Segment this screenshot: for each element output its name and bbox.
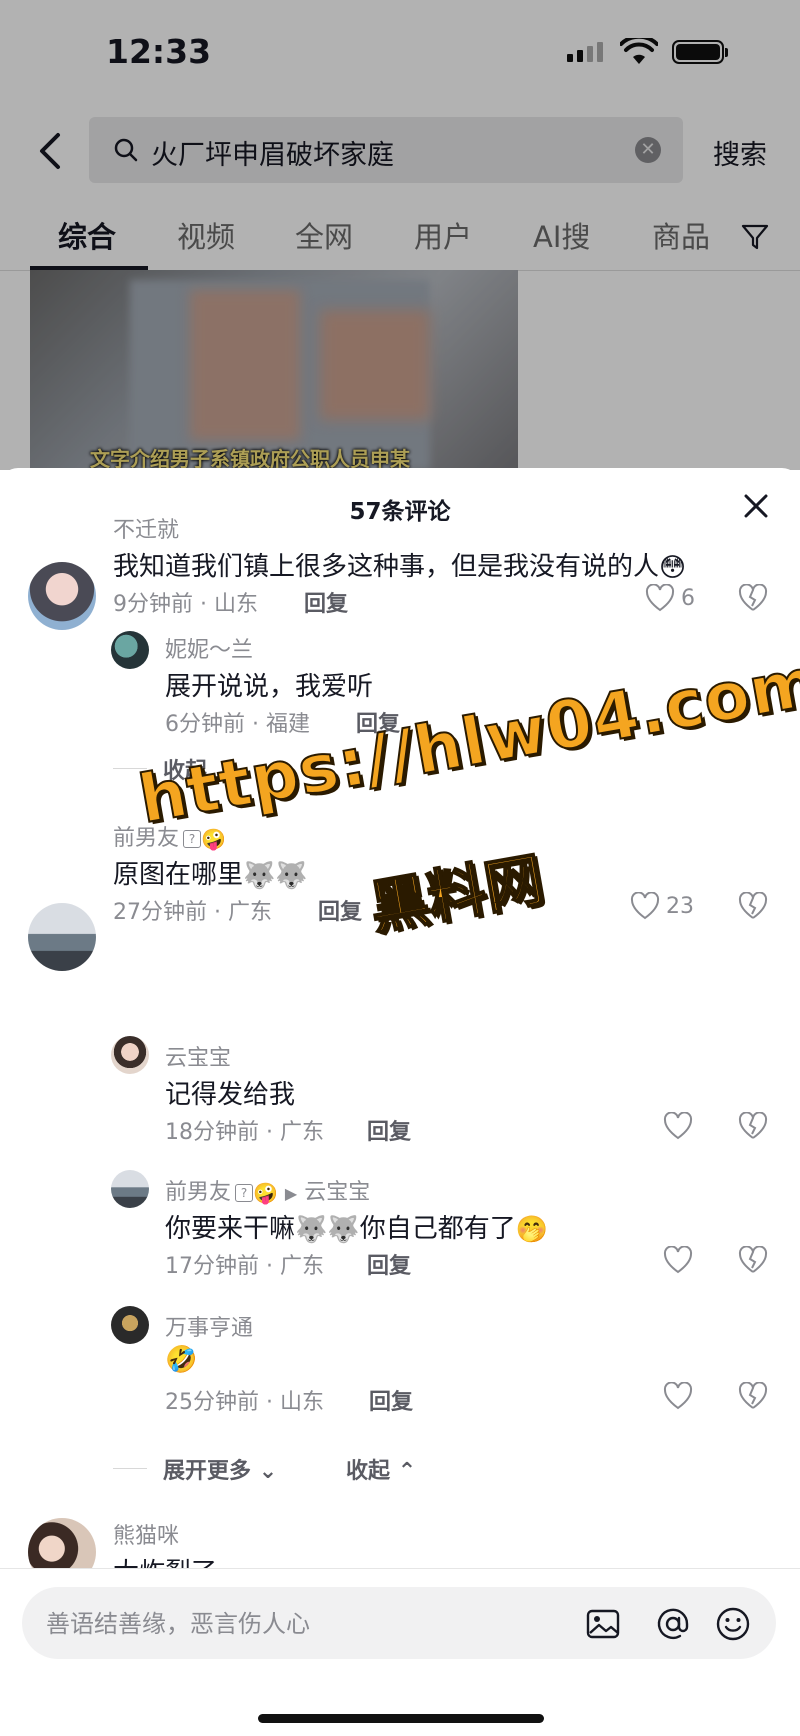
avatar[interactable] (111, 631, 149, 669)
comment-username[interactable]: 熊猫咪 (113, 1518, 179, 1550)
heart-icon (630, 892, 660, 920)
heart-icon[interactable] (663, 1246, 693, 1274)
reply-button[interactable]: 回复 (318, 894, 362, 926)
comment-time-location: 27分钟前 · 广东 (113, 900, 272, 925)
sly-face-icon: 🤭 (515, 1214, 549, 1245)
avatar[interactable] (28, 903, 96, 971)
like-count: 23 (666, 893, 694, 919)
image-icon[interactable] (584, 1605, 622, 1643)
avatar[interactable] (111, 1170, 149, 1208)
reply-button[interactable]: 回复 (367, 1114, 411, 1146)
like-count: 6 (681, 585, 695, 611)
expand-more-replies-button[interactable]: 展开更多 ⌄ (163, 1453, 277, 1485)
comment-text: 你要来干嘛🐺🐺你自己都有了🤭 (165, 1214, 549, 1245)
close-icon[interactable] (740, 490, 772, 522)
comment-input[interactable] (44, 1605, 548, 1643)
emoji-smile-icon[interactable] (714, 1605, 752, 1643)
zany-face-icon: 🤪 (253, 1181, 278, 1205)
comment-time-location: 6分钟前 · 福建 (165, 712, 310, 737)
husky-dog-icon: 🐺🐺 (243, 860, 308, 891)
mention-icon[interactable] (654, 1605, 692, 1643)
avatar[interactable] (111, 1036, 149, 1074)
comment-time-location: 25分钟前 · 山东 (165, 1390, 324, 1415)
reply-button[interactable]: 回复 (304, 586, 348, 618)
broken-heart-icon[interactable] (738, 1382, 768, 1410)
home-indicator (258, 1714, 544, 1723)
comment-time-location: 18分钟前 · 广东 (165, 1120, 324, 1145)
comment-sheet: 57条评论 不迁就 我知道我们镇上很多这种事，但是我没有说的人😳 9分钟前 · … (0, 468, 800, 1735)
reply-to-username[interactable]: 云宝宝 (304, 1180, 370, 1205)
comment-username[interactable]: 云宝宝 (165, 1040, 231, 1072)
comment-username[interactable]: 妮妮～兰 (165, 632, 253, 664)
modal-backdrop[interactable] (0, 0, 800, 470)
flushed-emoji-icon: 😳 (659, 552, 687, 583)
comment-input-container (22, 1587, 776, 1659)
chevron-up-icon: ⌃ (397, 1459, 417, 1484)
comment-username[interactable]: 万事亨通 (165, 1310, 253, 1342)
rolling-laugh-emoji-icon: 🤣 (165, 1344, 198, 1375)
broken-heart-icon[interactable] (738, 1246, 768, 1274)
heart-icon[interactable] (663, 1112, 693, 1140)
like-button[interactable]: 6 (645, 584, 695, 612)
comment-text: 记得发给我 (165, 1080, 296, 1110)
like-button[interactable]: 23 (630, 892, 694, 920)
comment-text: 原图在哪里🐺🐺 (113, 860, 308, 891)
broken-heart-icon[interactable] (738, 892, 768, 920)
broken-heart-icon[interactable] (738, 584, 768, 612)
comment-username[interactable]: 不迁就 (113, 512, 179, 544)
comment-time-location: 17分钟前 · 广东 (165, 1254, 324, 1279)
comment-input-bar (0, 1568, 800, 1736)
comment-time-location: 9分钟前 · 山东 (113, 592, 258, 617)
husky-dog-icon: 🐺🐺 (295, 1214, 360, 1245)
broken-heart-icon[interactable] (738, 1112, 768, 1140)
comment-username[interactable]: 前男友? 🤪 ▶ 云宝宝 (165, 1174, 370, 1206)
heart-icon[interactable] (663, 1382, 693, 1410)
reply-button[interactable]: 回复 (369, 1384, 413, 1416)
comment-text: 我知道我们镇上很多这种事，但是我没有说的人😳 (113, 552, 687, 583)
avatar[interactable] (111, 1306, 149, 1344)
collapse-replies-button[interactable]: 收起 ⌃ (346, 1453, 416, 1485)
zany-face-icon: 🤪 (201, 827, 226, 851)
avatar[interactable] (28, 562, 96, 630)
comment-text: 展开说说，我爱听 (165, 672, 374, 702)
reply-button[interactable]: 回复 (367, 1248, 411, 1280)
chevron-down-icon: ⌄ (258, 1459, 278, 1484)
heart-icon (645, 584, 675, 612)
comment-text: 🤣 (165, 1344, 197, 1374)
